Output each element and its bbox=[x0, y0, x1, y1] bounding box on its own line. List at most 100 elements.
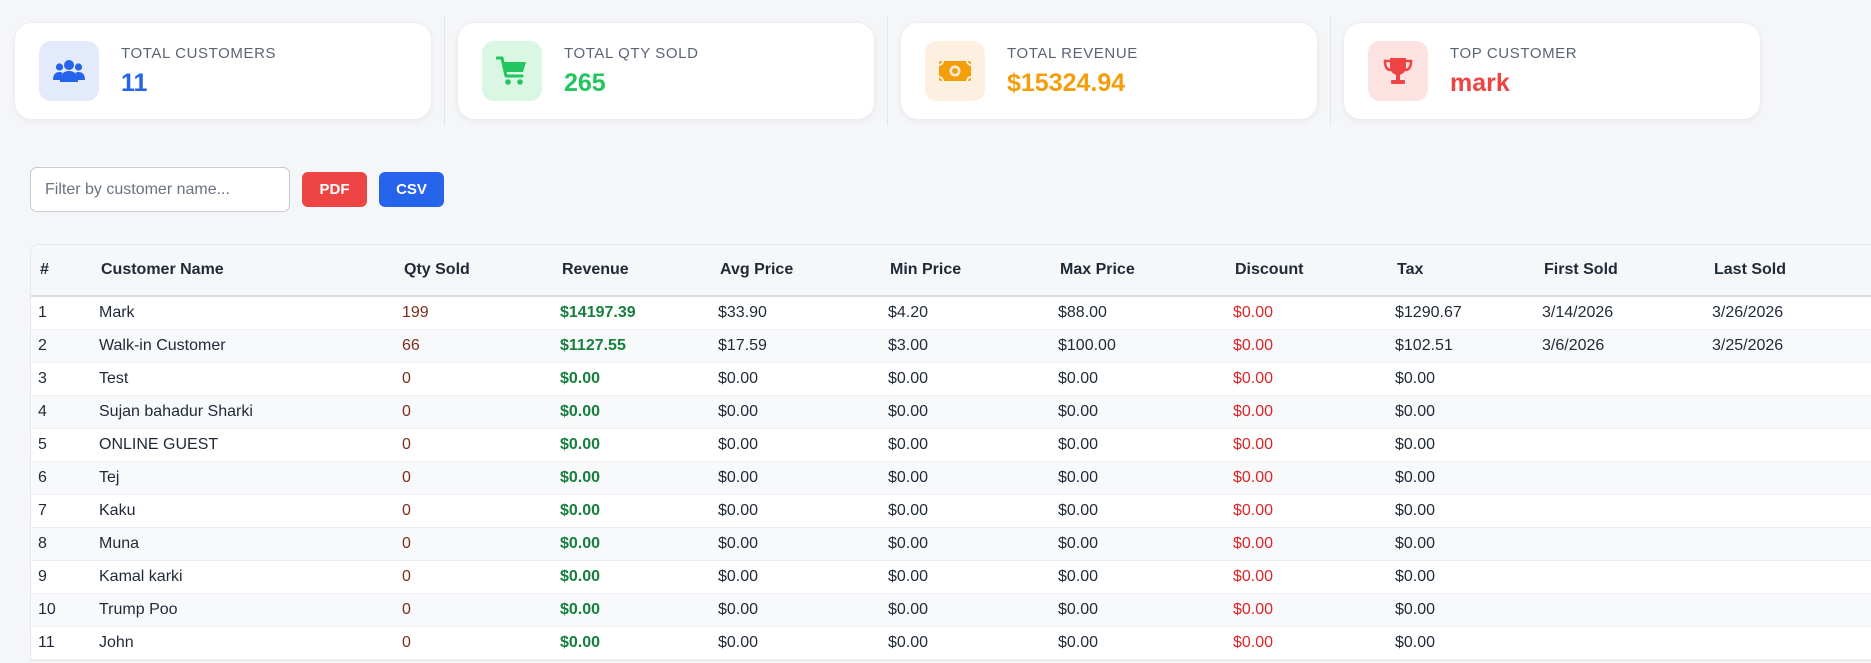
table-row[interactable]: 1 Mark 199 $14197.39 $33.90 $4.20 $88.00 $0.00 $… bbox=[31, 296, 1871, 330]
table-cell: $0.00 bbox=[1388, 626, 1535, 660]
table-cell: $0.00 bbox=[553, 527, 711, 561]
table-cell bbox=[1535, 428, 1705, 462]
table-row[interactable]: 3 Test 0 $0.00 $0.00 $0.00 $0.00 $0.00 $0.00 bbox=[31, 362, 1871, 396]
column-header[interactable]: Avg Price bbox=[711, 245, 881, 297]
table-row[interactable]: 7 Kaku 0 $0.00 $0.00 $0.00 $0.00 $0.00 $0.00 bbox=[31, 494, 1871, 528]
table-cell: $0.00 bbox=[1226, 494, 1388, 528]
table-cell: $0.00 bbox=[553, 494, 711, 528]
column-header[interactable]: Max Price bbox=[1051, 245, 1226, 297]
table-cell: $0.00 bbox=[881, 494, 1051, 528]
column-header[interactable]: First Sold bbox=[1535, 245, 1705, 297]
table-cell bbox=[1535, 395, 1705, 429]
table-cell: $0.00 bbox=[1388, 593, 1535, 627]
table-cell: Mark bbox=[92, 296, 395, 330]
table-cell: 6 bbox=[31, 461, 92, 495]
table-cell: 11 bbox=[31, 626, 92, 660]
table-cell: $0.00 bbox=[881, 362, 1051, 396]
table-cell: $0.00 bbox=[1388, 494, 1535, 528]
table-cell: $0.00 bbox=[1226, 362, 1388, 396]
table-cell: $0.00 bbox=[711, 560, 881, 594]
table-cell: $0.00 bbox=[1051, 395, 1226, 429]
total-revenue-label: TOTAL REVENUE bbox=[1007, 44, 1138, 62]
table-body: 1 Mark 199 $14197.39 $33.90 $4.20 $88.00 $0.00 $… bbox=[31, 296, 1871, 660]
table-cell: 2 bbox=[31, 329, 92, 363]
table-cell: $0.00 bbox=[881, 461, 1051, 495]
table-cell: 4 bbox=[31, 395, 92, 429]
customer-filter-input[interactable] bbox=[30, 167, 290, 212]
table-cell: 0 bbox=[395, 527, 553, 561]
table-cell: $0.00 bbox=[711, 494, 881, 528]
table-cell: $1290.67 bbox=[1388, 296, 1535, 330]
table-row[interactable]: 10 Trump Poo 0 $0.00 $0.00 $0.00 $0.00 $0.00 $0.… bbox=[31, 593, 1871, 627]
table-cell bbox=[1705, 461, 1871, 495]
column-header[interactable]: Revenue bbox=[553, 245, 711, 297]
table-cell: $0.00 bbox=[553, 461, 711, 495]
table-row[interactable]: 6 Tej 0 $0.00 $0.00 $0.00 $0.00 $0.00 $0.00 bbox=[31, 461, 1871, 495]
column-header[interactable]: Qty Sold bbox=[395, 245, 553, 297]
export-csv-button[interactable]: CSV bbox=[379, 172, 444, 207]
table-cell: $0.00 bbox=[553, 626, 711, 660]
table-cell: $0.00 bbox=[1226, 395, 1388, 429]
table-cell: $0.00 bbox=[1051, 428, 1226, 462]
table-cell: $0.00 bbox=[1226, 296, 1388, 330]
table-cell: 1 bbox=[31, 296, 92, 330]
table-cell: 0 bbox=[395, 593, 553, 627]
total-customers-label: TOTAL CUSTOMERS bbox=[121, 44, 277, 62]
total-qty-sold-label: TOTAL QTY SOLD bbox=[564, 44, 699, 62]
table-cell: $0.00 bbox=[1226, 593, 1388, 627]
table-cell: 0 bbox=[395, 626, 553, 660]
table-cell: 7 bbox=[31, 494, 92, 528]
column-header[interactable]: Last Sold bbox=[1705, 245, 1871, 297]
table-cell: $100.00 bbox=[1051, 329, 1226, 363]
table-cell: $0.00 bbox=[1388, 428, 1535, 462]
table-cell: $0.00 bbox=[1051, 626, 1226, 660]
column-header[interactable]: Discount bbox=[1226, 245, 1388, 297]
table-row[interactable]: 8 Muna 0 $0.00 $0.00 $0.00 $0.00 $0.00 $0.00 bbox=[31, 527, 1871, 561]
table-cell: Muna bbox=[92, 527, 395, 561]
table-cell bbox=[1535, 593, 1705, 627]
table-cell: $0.00 bbox=[553, 593, 711, 627]
table-cell: 0 bbox=[395, 461, 553, 495]
table-cell: $0.00 bbox=[711, 461, 881, 495]
table-cell bbox=[1705, 362, 1871, 396]
trophy-icon bbox=[1368, 41, 1428, 101]
table-cell: $0.00 bbox=[1388, 527, 1535, 561]
table-cell: 10 bbox=[31, 593, 92, 627]
table-cell: $88.00 bbox=[1051, 296, 1226, 330]
table-cell: $0.00 bbox=[881, 593, 1051, 627]
table-cell: $0.00 bbox=[1226, 329, 1388, 363]
table-cell: 0 bbox=[395, 428, 553, 462]
table-row[interactable]: 4 Sujan bahadur Sharki 0 $0.00 $0.00 $0.00 $0.… bbox=[31, 395, 1871, 429]
column-header[interactable]: Customer Name bbox=[92, 245, 395, 297]
table-cell: $0.00 bbox=[711, 626, 881, 660]
table-cell: $17.59 bbox=[711, 329, 881, 363]
table-cell: Test bbox=[92, 362, 395, 396]
table-cell: $0.00 bbox=[553, 395, 711, 429]
table-cell bbox=[1705, 593, 1871, 627]
table-row[interactable]: 11 John 0 $0.00 $0.00 $0.00 $0.00 $0.00 $0.00 bbox=[31, 626, 1871, 660]
table-cell bbox=[1535, 461, 1705, 495]
total-customers-value: 11 bbox=[121, 68, 148, 97]
table-cell: $0.00 bbox=[553, 428, 711, 462]
column-header[interactable]: Tax bbox=[1388, 245, 1535, 297]
table-cell: $0.00 bbox=[711, 362, 881, 396]
table-cell: Walk-in Customer bbox=[92, 329, 395, 363]
table-row[interactable]: 5 ONLINE GUEST 0 $0.00 $0.00 $0.00 $0.00 $0.00 $… bbox=[31, 428, 1871, 462]
table-cell: $0.00 bbox=[1051, 593, 1226, 627]
table-cell: $0.00 bbox=[881, 395, 1051, 429]
table-cell: $0.00 bbox=[1388, 461, 1535, 495]
table-cell: $0.00 bbox=[1051, 560, 1226, 594]
column-header[interactable]: Min Price bbox=[881, 245, 1051, 297]
table-row[interactable]: 9 Kamal karki 0 $0.00 $0.00 $0.00 $0.00 $0.00 $0… bbox=[31, 560, 1871, 594]
shopping-cart-icon bbox=[482, 41, 542, 101]
table-row[interactable]: 2 Walk-in Customer 66 $1127.55 $17.59 $3.00 $1… bbox=[31, 329, 1871, 363]
table-cell: $102.51 bbox=[1388, 329, 1535, 363]
table-cell bbox=[1705, 428, 1871, 462]
table-cell: $0.00 bbox=[1388, 395, 1535, 429]
export-pdf-button[interactable]: PDF bbox=[302, 172, 367, 207]
table-cell: $0.00 bbox=[1388, 362, 1535, 396]
table-cell: Kamal karki bbox=[92, 560, 395, 594]
table-cell: 0 bbox=[395, 395, 553, 429]
column-header[interactable]: # bbox=[31, 245, 92, 297]
table-cell: Tej bbox=[92, 461, 395, 495]
